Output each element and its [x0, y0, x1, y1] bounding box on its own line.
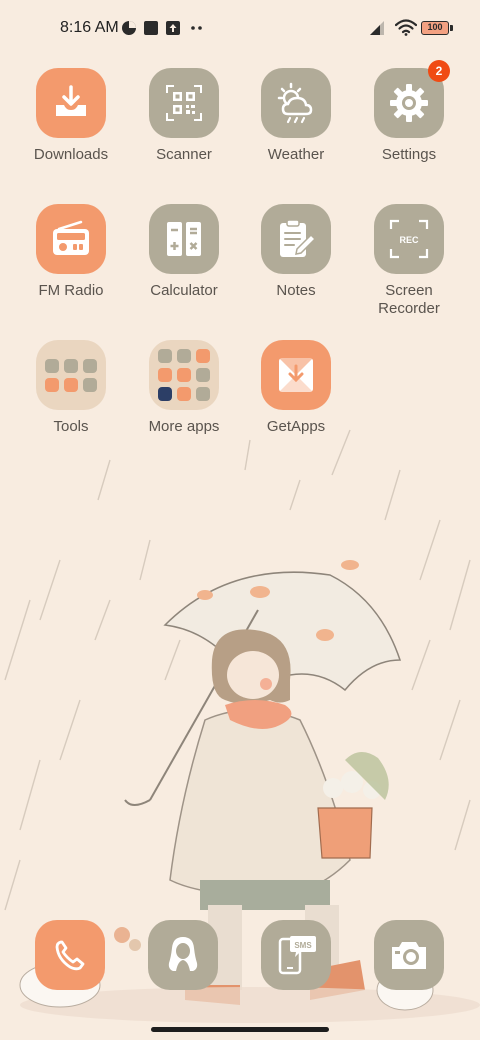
app-label: Calculator	[150, 282, 218, 299]
app-fm-radio[interactable]: FM Radio	[16, 204, 126, 300]
getapps-icon	[261, 340, 331, 410]
phone-icon	[55, 940, 85, 971]
app-mini-icon	[196, 349, 210, 363]
folder-icon	[36, 340, 106, 410]
app-settings[interactable]: 2 Settings	[354, 60, 464, 164]
dock-contacts[interactable]	[148, 920, 218, 990]
app-label: Scanner	[156, 146, 212, 163]
app-downloads[interactable]: Downloads	[16, 68, 126, 164]
weather-icon	[261, 68, 331, 138]
dock-messages[interactable]: SMS	[261, 920, 331, 990]
tool-mini-icon	[45, 377, 59, 392]
app-weather[interactable]: Weather	[241, 68, 351, 164]
app-scanner[interactable]: Scanner	[129, 68, 239, 164]
notification-square-icon	[144, 21, 158, 35]
notes-icon	[261, 204, 331, 274]
dock-phone[interactable]	[35, 920, 105, 990]
status-bar: 8:16 AM 100	[0, 0, 480, 56]
cellular-signal-icon	[370, 21, 384, 35]
app-mini-icon	[158, 368, 172, 382]
app-label: FM Radio	[38, 282, 104, 299]
data-saver-icon	[122, 21, 136, 35]
qr-scanner-icon	[149, 68, 219, 138]
app-mini-icon	[177, 368, 191, 382]
screen-recorder-icon: REC	[374, 204, 444, 274]
tool-mini-icon	[83, 358, 97, 373]
app-mini-icon	[158, 387, 172, 401]
app-mini-icon	[158, 349, 172, 363]
app-label: Tools	[53, 418, 89, 435]
app-calculator[interactable]: Calculator	[129, 204, 239, 300]
app-mini-icon	[196, 368, 210, 382]
downloads-icon	[36, 68, 106, 138]
battery-icon: 100	[421, 21, 453, 35]
folder-more-apps[interactable]: More apps	[129, 340, 239, 436]
folder-icon	[149, 340, 219, 410]
app-label: GetApps	[266, 418, 326, 435]
app-label: Screen Recorder	[378, 282, 440, 317]
rec-label: REC	[399, 235, 419, 245]
app-label: More apps	[148, 418, 220, 435]
dock-camera[interactable]	[374, 920, 444, 990]
app-getapps[interactable]: GetApps	[241, 340, 351, 436]
status-time: 8:16 AM	[60, 19, 119, 36]
app-label: Settings	[381, 146, 437, 163]
battery-cap	[450, 25, 453, 31]
contacts-icon	[168, 937, 198, 971]
sms-label: SMS	[294, 941, 312, 950]
tool-mini-icon	[64, 377, 78, 392]
tool-mini-icon	[64, 358, 78, 373]
upload-notification-icon	[166, 21, 180, 35]
tool-mini-icon	[45, 358, 59, 373]
app-label: Weather	[267, 146, 325, 163]
radio-icon	[36, 204, 106, 274]
app-mini-icon	[177, 349, 191, 363]
calculator-icon	[149, 204, 219, 274]
tool-mini-icon	[83, 377, 97, 392]
camera-icon	[392, 942, 426, 969]
app-label: Downloads	[33, 146, 109, 163]
battery-level: 100	[427, 22, 443, 32]
app-label: Notes	[276, 282, 316, 299]
notification-badge: 2	[428, 60, 450, 82]
app-mini-icon	[196, 387, 210, 401]
more-notifications-icon	[191, 26, 202, 30]
folder-tools[interactable]: Tools	[16, 340, 126, 436]
sms-icon: SMS	[278, 936, 316, 975]
home-indicator[interactable]	[151, 1027, 329, 1032]
wifi-icon	[395, 19, 417, 36]
app-mini-icon	[177, 387, 191, 401]
app-screen-recorder[interactable]: REC Screen Recorder	[354, 204, 464, 318]
app-notes[interactable]: Notes	[241, 204, 351, 300]
gear-icon: 2	[374, 60, 450, 138]
